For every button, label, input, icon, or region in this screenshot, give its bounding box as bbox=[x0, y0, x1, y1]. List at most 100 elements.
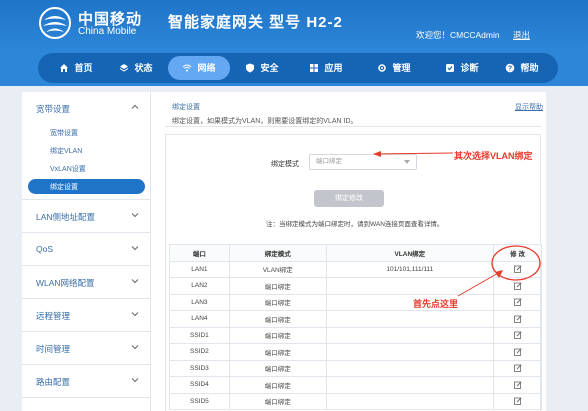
vlan-cell bbox=[325, 293, 495, 311]
edit-cell bbox=[493, 277, 542, 295]
edit-cell bbox=[493, 359, 542, 377]
vlan-cell bbox=[325, 376, 495, 394]
nav-item-home[interactable]: 首页 bbox=[46, 56, 106, 80]
main-nav: 首页 状态 网络 安全 应用 管理 诊断 ? 帮助 bbox=[38, 53, 558, 83]
edit-cell bbox=[493, 260, 542, 278]
table-row: SSID4 端口绑定 bbox=[169, 376, 542, 394]
nav-label: 应用 bbox=[324, 63, 343, 73]
dropdown-arrow-icon bbox=[404, 160, 410, 164]
sidebar-item-label: 绑定设置 bbox=[50, 184, 78, 191]
gear-icon bbox=[377, 63, 387, 73]
chevron-down-icon bbox=[131, 213, 139, 218]
port-cell: LAN4 bbox=[169, 310, 230, 328]
nav-label: 首页 bbox=[74, 63, 93, 73]
sidebar-group-qos[interactable]: QoS bbox=[22, 233, 150, 266]
sidebar-group-route[interactable]: 路由配置 bbox=[22, 365, 150, 398]
chevron-down-icon bbox=[131, 345, 139, 350]
sidebar-item-broadband-settings[interactable]: 宽带设置 bbox=[28, 125, 145, 140]
mode-cell: 端口绑定 bbox=[228, 326, 327, 344]
edit-cell bbox=[493, 343, 542, 361]
mode-cell: VLAN绑定 bbox=[228, 260, 327, 278]
column-header-edit: 修 改 bbox=[493, 244, 542, 262]
edit-icon[interactable] bbox=[513, 331, 522, 340]
page-title: 绑定设置 bbox=[172, 104, 200, 111]
nav-item-apps[interactable]: 应用 bbox=[296, 56, 356, 80]
sidebar-group-time[interactable]: 时间管理 bbox=[22, 332, 150, 365]
sidebar-item-bind-settings[interactable]: 绑定设置 bbox=[28, 179, 145, 194]
binding-table: 端口 绑定模式 VLAN绑定 修 改 LAN1 VLAN绑定 101/101,111… bbox=[169, 244, 542, 410]
table-header-row: 端口 绑定模式 VLAN绑定 修 改 bbox=[169, 244, 542, 262]
edit-icon[interactable] bbox=[513, 381, 522, 389]
edit-icon[interactable] bbox=[513, 315, 522, 323]
sidebar-group-lan[interactable]: LAN侧地址配置 bbox=[22, 200, 150, 233]
table-row: LAN3 端口绑定 bbox=[169, 293, 542, 311]
sidebar-group-label: WLAN网络配置 bbox=[36, 278, 95, 288]
nav-item-manage[interactable]: 管理 bbox=[364, 56, 424, 80]
brand-name-en: China Mobile bbox=[78, 26, 137, 37]
nav-label: 状态 bbox=[134, 63, 153, 73]
mode-cell: 端口绑定 bbox=[228, 293, 327, 311]
table-row: SSID1 端口绑定 bbox=[169, 326, 542, 344]
wifi-icon bbox=[182, 63, 192, 73]
china-mobile-logo bbox=[39, 7, 71, 39]
edit-cell bbox=[493, 392, 542, 410]
port-cell: LAN3 bbox=[169, 293, 230, 311]
nav-item-status[interactable]: 状态 bbox=[106, 56, 166, 80]
sidebar-item-vxlan[interactable]: VxLAN设置 bbox=[28, 161, 145, 176]
bind-modify-button[interactable]: 绑定修改 bbox=[314, 190, 384, 207]
nav-item-diagnose[interactable]: 诊断 bbox=[432, 56, 492, 80]
home-icon bbox=[59, 63, 69, 73]
mode-cell: 端口绑定 bbox=[228, 310, 327, 328]
vlan-cell: 101/101,111/111 bbox=[325, 260, 495, 278]
mode-cell: 端口绑定 bbox=[228, 359, 327, 377]
port-cell: SSID3 bbox=[169, 359, 230, 377]
chevron-down-icon bbox=[131, 312, 139, 317]
sidebar: 宽带设置 宽带设置 绑定VLAN VxLAN设置 绑定设置 LAN侧地址配置 Q… bbox=[22, 92, 150, 411]
help-icon: ? bbox=[505, 63, 515, 73]
sidebar-group-label: 远程管理 bbox=[36, 311, 71, 321]
port-cell: SSID5 bbox=[169, 392, 230, 410]
edit-icon[interactable] bbox=[513, 282, 522, 290]
edit-icon[interactable] bbox=[513, 298, 522, 307]
sidebar-group-broadband[interactable]: 宽带设置 bbox=[22, 92, 150, 125]
logout-link[interactable]: 退出 bbox=[513, 29, 530, 41]
mode-cell: 端口绑定 bbox=[228, 376, 327, 394]
nav-label: 诊断 bbox=[460, 63, 479, 73]
sidebar-group-wlan[interactable]: WLAN网络配置 bbox=[22, 266, 150, 299]
diagnose-icon bbox=[445, 63, 455, 73]
bind-mode-select[interactable]: 端口绑定 bbox=[309, 154, 417, 170]
edit-icon[interactable] bbox=[513, 397, 522, 406]
nav-label: 网络 bbox=[197, 63, 216, 73]
vlan-cell bbox=[325, 326, 495, 344]
sidebar-item-label: VxLAN设置 bbox=[50, 166, 86, 173]
chevron-down-icon bbox=[131, 378, 139, 383]
column-header-mode: 绑定模式 bbox=[228, 244, 327, 262]
edit-icon[interactable] bbox=[513, 265, 522, 274]
vlan-cell bbox=[325, 310, 495, 328]
vlan-cell bbox=[325, 343, 495, 361]
sidebar-item-bind-vlan[interactable]: 绑定VLAN bbox=[28, 143, 145, 158]
nav-item-network[interactable]: 网络 bbox=[168, 56, 230, 80]
sidebar-group-remote[interactable]: 远程管理 bbox=[22, 299, 150, 332]
page-description: 绑定设置，如果模式为VLAN，则需要设置绑定的VLAN ID。 bbox=[172, 118, 358, 125]
column-header-vlan: VLAN绑定 bbox=[325, 244, 495, 262]
edit-icon[interactable] bbox=[513, 364, 522, 373]
note-text: 注：当绑定模式为端口绑定时，请到WAN连接页面查看详情。 bbox=[266, 221, 444, 228]
column-header-port: 端口 bbox=[169, 244, 230, 262]
sidebar-group-label: QoS bbox=[36, 244, 54, 254]
edit-icon[interactable] bbox=[513, 348, 522, 356]
nav-item-security[interactable]: 安全 bbox=[232, 56, 292, 80]
edit-cell bbox=[493, 376, 542, 394]
edit-cell bbox=[493, 310, 542, 328]
table-row: SSID5 端口绑定 bbox=[169, 392, 542, 410]
nav-item-help[interactable]: ? 帮助 bbox=[494, 56, 550, 80]
title-divider bbox=[165, 126, 541, 127]
show-help-link[interactable]: 显示帮助 bbox=[515, 102, 543, 112]
mode-cell: 端口绑定 bbox=[228, 392, 327, 410]
port-cell: LAN1 bbox=[169, 260, 230, 278]
bind-mode-value: 端口绑定 bbox=[316, 158, 342, 165]
nav-label: 帮助 bbox=[520, 63, 539, 73]
sidebar-group-label: LAN侧地址配置 bbox=[36, 212, 96, 222]
vlan-cell bbox=[325, 359, 495, 377]
annotation-step2: 其次选择VLAN绑定 bbox=[454, 151, 533, 161]
